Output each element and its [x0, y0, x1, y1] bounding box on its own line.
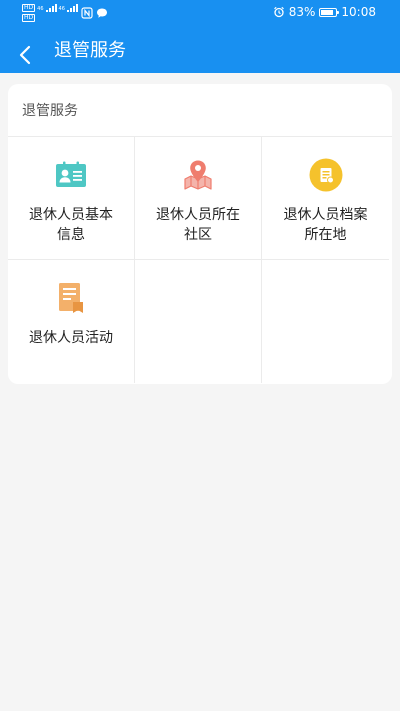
map-pin-icon — [179, 156, 217, 194]
archive-icon — [307, 156, 345, 194]
service-item-activities[interactable]: 退休人员活动 — [8, 260, 135, 383]
battery-percent: 83% — [288, 5, 316, 19]
nav-bar: 退管服务 — [0, 32, 400, 72]
page-title: 退管服务 — [54, 40, 126, 61]
app-header: HD 46 46 HD 83% 10:08 退管服务 — [0, 0, 400, 73]
signal-bars-2-icon — [66, 4, 78, 12]
service-item-label: 退休人员档案所在地 — [283, 207, 368, 243]
service-item-archive-location[interactable]: 退休人员档案所在地 — [262, 137, 389, 260]
hd-badge: HD — [22, 4, 36, 12]
service-item-label: 退休人员活动 — [29, 330, 113, 346]
status-bar: HD 46 46 HD 83% 10:08 — [0, 0, 400, 26]
service-item-label: 退休人员基本信息 — [29, 207, 113, 243]
battery-level — [321, 9, 334, 15]
signal-group: HD 46 46 HD — [22, 3, 78, 22]
network-type-1: 46 — [37, 6, 44, 12]
network-type-2: 46 — [58, 6, 65, 12]
chevron-left-icon — [19, 45, 31, 65]
battery-icon — [319, 7, 340, 17]
nfc-icon — [81, 6, 93, 19]
signal-bars-1-icon — [45, 4, 57, 12]
service-item-basic-info[interactable]: 退休人员基本信息 — [8, 137, 135, 260]
id-card-icon — [52, 156, 90, 194]
clock-time: 10:08 — [341, 5, 376, 19]
hd-badge-2: HD — [22, 14, 36, 22]
document-icon — [52, 279, 90, 317]
service-item-label: 退休人员所在社区 — [156, 207, 240, 243]
service-card: 退管服务 退休人员基本信息 退休人员所在社区 退休人员档案所在地 退休人员活动 — [8, 84, 392, 384]
status-left: HD 46 46 HD — [22, 3, 108, 22]
section-title: 退管服务 — [22, 103, 78, 119]
alarm-icon — [273, 6, 284, 18]
service-grid: 退休人员基本信息 退休人员所在社区 退休人员档案所在地 退休人员活动 — [8, 137, 392, 383]
empty-cell — [262, 260, 389, 383]
message-icon — [96, 8, 107, 18]
back-button[interactable] — [10, 40, 40, 70]
service-item-community[interactable]: 退休人员所在社区 — [135, 137, 262, 260]
status-right: 83% 10:08 — [273, 5, 376, 19]
empty-cell — [135, 260, 262, 383]
section-header: 退管服务 — [8, 84, 392, 137]
